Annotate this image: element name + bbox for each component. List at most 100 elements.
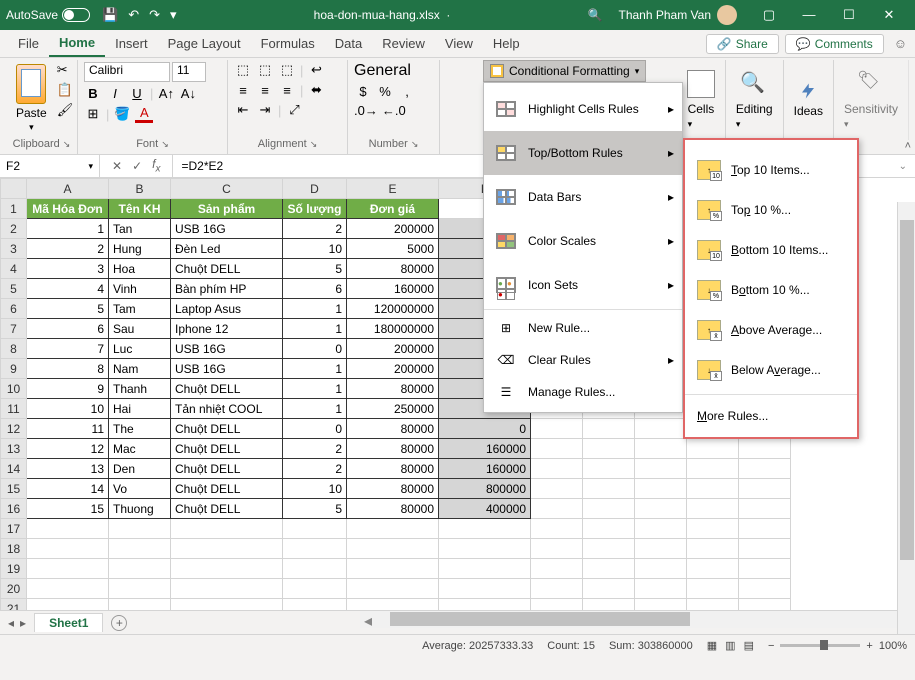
row-header-14[interactable]: 14: [1, 459, 27, 479]
column-header-B[interactable]: B: [109, 179, 171, 199]
sheet-nav-next-icon[interactable]: ▸: [20, 616, 26, 630]
cell[interactable]: 10: [283, 239, 347, 259]
cell[interactable]: [583, 599, 635, 611]
increase-indent-icon[interactable]: ⇥: [256, 102, 274, 118]
cell[interactable]: 8: [27, 359, 109, 379]
cell[interactable]: 800000: [439, 479, 531, 499]
submenu-above-average[interactable]: ↑x̄ Above Average...: [685, 310, 857, 350]
submenu-top-10-percent[interactable]: ↑% Top 10 %...: [685, 190, 857, 230]
cell[interactable]: 160000: [439, 459, 531, 479]
format-painter-icon[interactable]: 🖌: [57, 102, 74, 118]
cell[interactable]: 180000000: [347, 319, 439, 339]
cell[interactable]: [687, 519, 739, 539]
cell[interactable]: [583, 499, 635, 519]
row-header-18[interactable]: 18: [1, 539, 27, 559]
submenu-bottom-10-items[interactable]: ↓10 Bottom 10 Items...: [685, 230, 857, 270]
cell[interactable]: [283, 559, 347, 579]
decrease-indent-icon[interactable]: ⇤: [234, 102, 252, 118]
cell[interactable]: [531, 539, 583, 559]
cell[interactable]: [739, 479, 791, 499]
tab-page-layout[interactable]: Page Layout: [158, 30, 251, 57]
menu-top-bottom-rules[interactable]: Top/Bottom Rules ▸: [484, 131, 682, 175]
row-header-20[interactable]: 20: [1, 579, 27, 599]
tab-review[interactable]: Review: [372, 30, 435, 57]
share-button[interactable]: 🔗Share: [706, 34, 779, 54]
cell[interactable]: [635, 599, 687, 611]
cell[interactable]: [635, 579, 687, 599]
cell[interactable]: 6: [283, 279, 347, 299]
cell[interactable]: [283, 519, 347, 539]
paste-button[interactable]: Paste ▾: [12, 62, 51, 135]
tab-insert[interactable]: Insert: [105, 30, 158, 57]
cell[interactable]: Chuột DELL: [171, 419, 283, 439]
submenu-bottom-10-percent[interactable]: ↓% Bottom 10 %...: [685, 270, 857, 310]
cell[interactable]: Hai: [109, 399, 171, 419]
tab-home[interactable]: Home: [49, 30, 105, 57]
underline-button[interactable]: U: [128, 86, 146, 101]
zoom-level[interactable]: 100%: [879, 640, 907, 652]
cell[interactable]: [27, 579, 109, 599]
cell[interactable]: Bàn phím HP: [171, 279, 283, 299]
cell[interactable]: [583, 539, 635, 559]
cell[interactable]: 400000: [439, 499, 531, 519]
menu-clear-rules[interactable]: ⌫ Clear Rules ▸: [484, 344, 682, 376]
cell[interactable]: 10: [283, 479, 347, 499]
cell[interactable]: [347, 539, 439, 559]
cell[interactable]: 80000: [347, 259, 439, 279]
wrap-text-icon[interactable]: ↩: [307, 62, 325, 78]
submenu-below-average[interactable]: ↓x̄ Below Average...: [685, 350, 857, 390]
cell[interactable]: Chuột DELL: [171, 459, 283, 479]
cell[interactable]: [27, 519, 109, 539]
font-color-icon[interactable]: A: [135, 105, 153, 123]
cell[interactable]: 0: [439, 419, 531, 439]
cell[interactable]: [531, 439, 583, 459]
cell[interactable]: 7: [27, 339, 109, 359]
cell[interactable]: [583, 579, 635, 599]
cell[interactable]: 80000: [347, 439, 439, 459]
cell[interactable]: [531, 479, 583, 499]
enter-formula-icon[interactable]: ✓: [132, 159, 142, 173]
name-box[interactable]: F2 ▾: [0, 155, 100, 177]
cell[interactable]: [27, 599, 109, 611]
cell[interactable]: [583, 559, 635, 579]
cut-icon[interactable]: ✂: [57, 62, 74, 78]
orientation-icon[interactable]: ⤢: [285, 102, 303, 118]
decrease-font-icon[interactable]: A↓: [179, 86, 197, 101]
cell[interactable]: 80000: [347, 479, 439, 499]
cell[interactable]: [739, 439, 791, 459]
cell[interactable]: 2: [283, 459, 347, 479]
normal-view-icon[interactable]: ▦: [707, 639, 717, 652]
cell[interactable]: [635, 499, 687, 519]
cell[interactable]: [635, 559, 687, 579]
cell[interactable]: [531, 419, 583, 439]
cell[interactable]: Chuột DELL: [171, 439, 283, 459]
row-header-7[interactable]: 7: [1, 319, 27, 339]
cell[interactable]: Tan: [109, 219, 171, 239]
cell[interactable]: [27, 559, 109, 579]
cell[interactable]: 15: [27, 499, 109, 519]
menu-highlight-cells-rules[interactable]: Highlight Cells Rules ▸: [484, 87, 682, 131]
ideas-button[interactable]: Ideas: [784, 60, 834, 140]
cell[interactable]: [109, 519, 171, 539]
font-size-combo[interactable]: 11: [172, 62, 206, 82]
cell[interactable]: [687, 459, 739, 479]
cell[interactable]: [439, 519, 531, 539]
cell[interactable]: Vo: [109, 479, 171, 499]
cell[interactable]: [739, 599, 791, 611]
cell[interactable]: [283, 579, 347, 599]
cell[interactable]: Thanh: [109, 379, 171, 399]
column-header-C[interactable]: C: [171, 179, 283, 199]
editing-group-button[interactable]: 🔍 Editing▾: [726, 60, 784, 140]
cell[interactable]: [109, 559, 171, 579]
tab-file[interactable]: File: [8, 30, 49, 57]
select-all-corner[interactable]: [1, 179, 27, 199]
cell[interactable]: [687, 479, 739, 499]
cell[interactable]: [439, 559, 531, 579]
cell[interactable]: 160000: [347, 279, 439, 299]
sensitivity-button[interactable]: 🏷 Sensitivity▾: [834, 60, 909, 140]
cell[interactable]: Den: [109, 459, 171, 479]
redo-icon[interactable]: ↷: [149, 7, 160, 23]
cell[interactable]: 12: [27, 439, 109, 459]
copy-icon[interactable]: 📋: [57, 82, 74, 98]
new-sheet-button[interactable]: +: [111, 615, 127, 631]
